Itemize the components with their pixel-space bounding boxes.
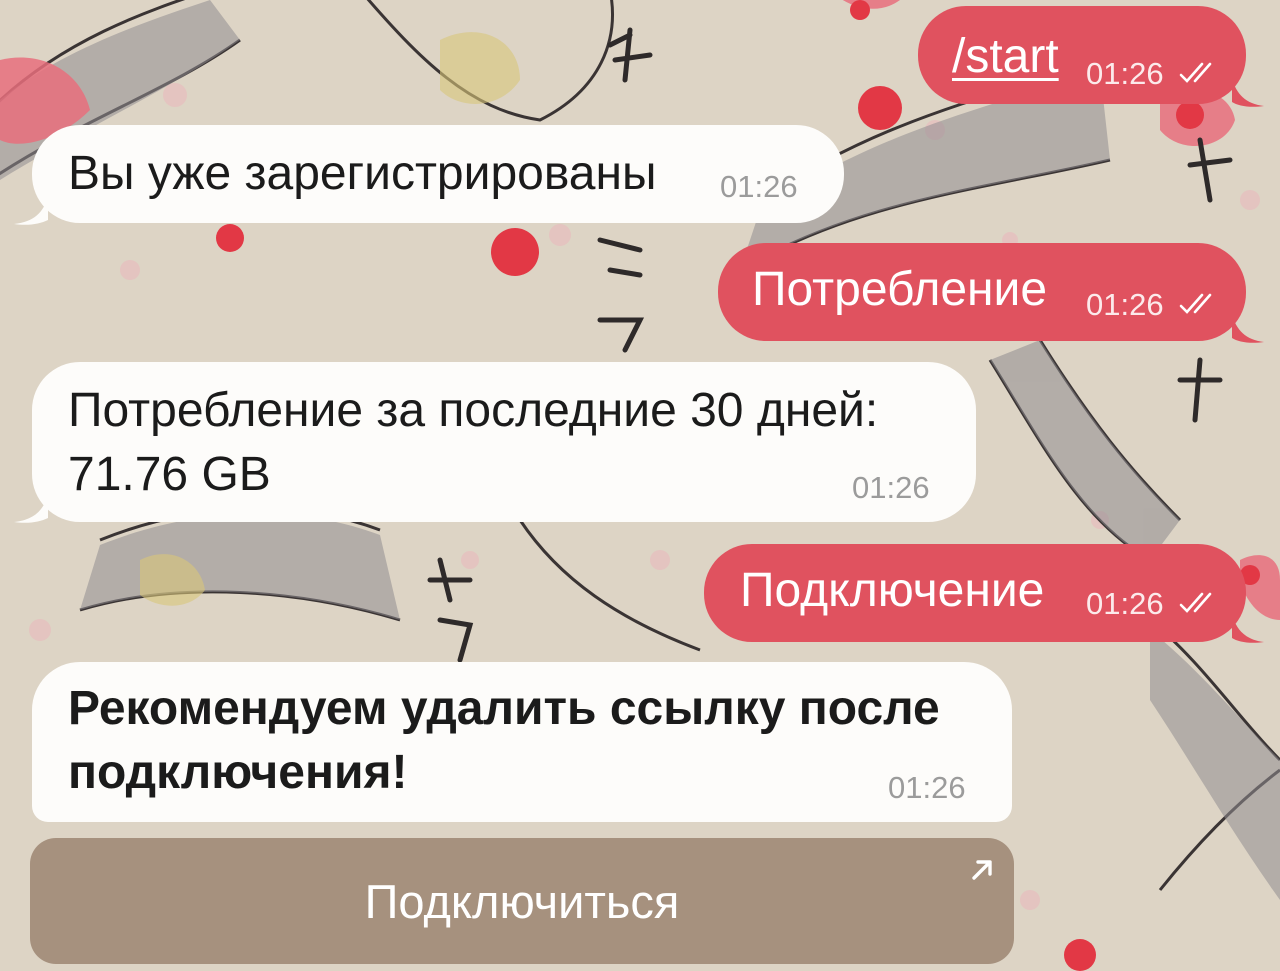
- bubble-tail: [1232, 78, 1264, 107]
- double-check-icon: [1179, 293, 1212, 314]
- connect-button-label: Подключиться: [364, 874, 680, 928]
- outgoing-message[interactable]: /start 01:26: [918, 6, 1246, 104]
- message-text: Потребление: [752, 263, 1048, 316]
- incoming-message[interactable]: Вы уже зарегистрированы 01:26: [32, 125, 844, 223]
- message-time: 01:26: [1086, 287, 1164, 322]
- outgoing-message[interactable]: Подключение 01:26: [704, 544, 1246, 642]
- message-time: 01:26: [852, 470, 930, 505]
- double-check-icon: [1179, 62, 1212, 83]
- message-text-line: подключения!: [68, 746, 408, 799]
- outgoing-message[interactable]: Потребление 01:26: [718, 243, 1246, 341]
- message-text-line: 71.76 GB: [68, 448, 271, 501]
- bubble-tail: [14, 494, 48, 523]
- external-link-arrow-icon: [972, 860, 992, 880]
- message-text: Вы уже зарегистрированы: [68, 147, 657, 200]
- command-link[interactable]: /start: [952, 26, 1059, 88]
- message-time: 01:26: [720, 169, 798, 204]
- message-text-line: Рекомендуем удалить ссылку после: [68, 682, 940, 735]
- message-time: 01:26: [1086, 586, 1164, 621]
- bubble-tail: [1232, 314, 1264, 343]
- incoming-message[interactable]: Рекомендуем удалить ссылку после подключ…: [32, 662, 1012, 822]
- message-text-line: Потребление за последние 30 дней:: [68, 384, 879, 437]
- message-text: Подключение: [740, 564, 1045, 617]
- bubble-tail: [1232, 614, 1264, 643]
- bubble-tail: [14, 196, 48, 225]
- message-time: 01:26: [888, 770, 966, 805]
- double-check-icon: [1179, 592, 1212, 613]
- incoming-message[interactable]: Потребление за последние 30 дней: 71.76 …: [32, 362, 976, 522]
- connect-button[interactable]: Подключиться: [30, 838, 1014, 964]
- message-time: 01:26: [1086, 56, 1164, 91]
